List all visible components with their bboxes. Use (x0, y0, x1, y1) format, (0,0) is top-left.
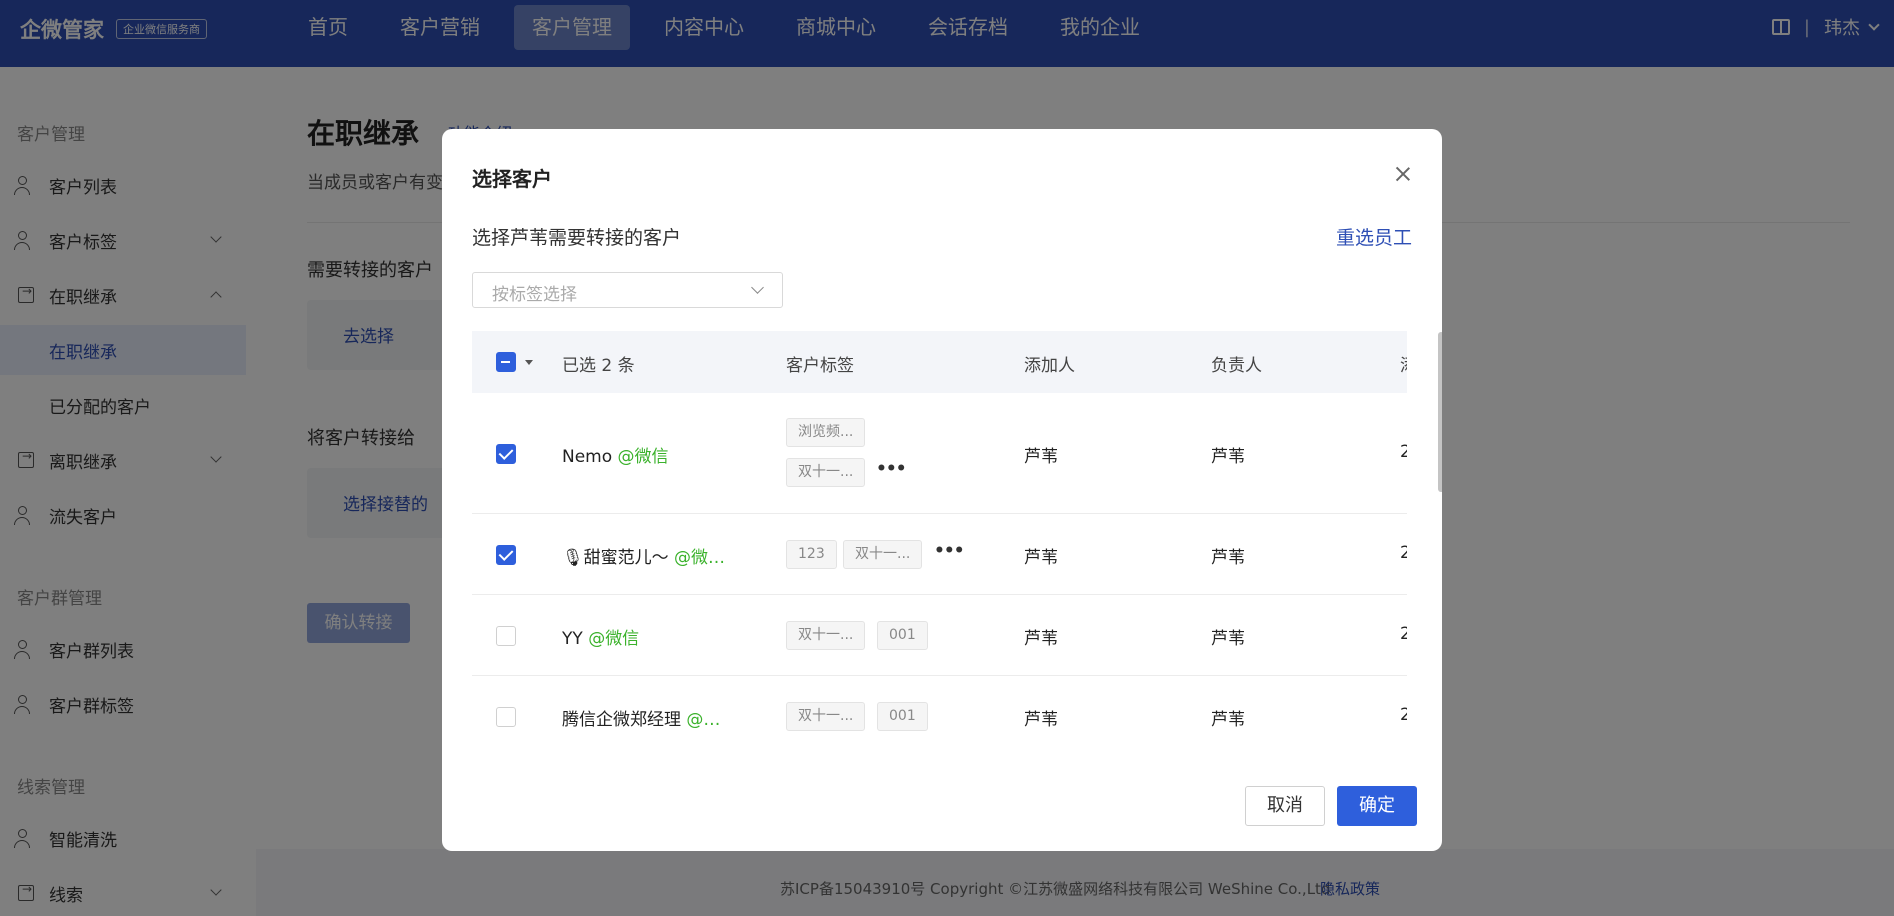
name-text: Nemo (562, 447, 613, 467)
header-tags: 客户标签 (786, 356, 854, 376)
select-all-checkbox[interactable] (496, 352, 516, 372)
more-tags-icon[interactable]: ••• (934, 541, 965, 561)
row-checkbox[interactable] (496, 626, 516, 646)
header-owner: 负责人 (1211, 356, 1262, 376)
header-extra: 添 (1400, 351, 1407, 376)
more-tags-icon[interactable]: ••• (876, 459, 907, 479)
adder-cell: 芦苇 (1024, 629, 1058, 649)
customer-tag: 双十一... (843, 540, 923, 569)
adder-cell: 芦苇 (1024, 710, 1058, 730)
customer-tag: 001 (877, 702, 928, 731)
customer-name: YY @微信 (562, 624, 639, 649)
close-icon[interactable] (1394, 165, 1412, 183)
wechat-source: @微信 (588, 629, 640, 649)
customer-name: 🎙甜蜜范儿～ @微… (562, 543, 725, 568)
extra-cell: 2 (1400, 705, 1407, 725)
tag-filter-select[interactable]: 按标签选择 (472, 272, 783, 308)
customer-tag: 123 (786, 540, 837, 569)
header-adder: 添加人 (1024, 356, 1075, 376)
row-checkbox[interactable] (496, 545, 516, 565)
wechat-source: @微信 (617, 447, 669, 467)
customer-table: 已选 2 条 客户标签 添加人 负责人 添 Nemo @微信 浏览频... 双十… (472, 331, 1407, 751)
adder-cell: 芦苇 (1024, 548, 1058, 568)
modal-title: 选择客户 (472, 167, 552, 191)
table-row[interactable]: Nemo @微信 浏览频... 双十一... ••• 芦苇 芦苇 2 (472, 393, 1407, 514)
wechat-source: @… (686, 710, 721, 730)
customer-name: 腾信企微郑经理 @… (562, 705, 720, 730)
extra-cell: 2 (1400, 543, 1407, 563)
table-row[interactable]: 🎙甜蜜范儿～ @微… 123 双十一... ••• 芦苇 芦苇 2 (472, 514, 1407, 595)
customer-tag: 浏览频... (786, 418, 866, 447)
ok-button[interactable]: 确定 (1337, 786, 1417, 826)
wechat-source: @微… (674, 548, 725, 568)
owner-cell: 芦苇 (1211, 629, 1245, 649)
adder-cell: 芦苇 (1024, 447, 1058, 467)
row-checkbox[interactable] (496, 707, 516, 727)
customer-tag: 双十一... (786, 458, 866, 487)
name-text: 腾信企微郑经理 (562, 710, 681, 730)
table-scrollbar[interactable] (1438, 332, 1442, 492)
customer-name: Nemo @微信 (562, 442, 669, 467)
owner-cell: 芦苇 (1211, 548, 1245, 568)
table-row[interactable]: 腾信企微郑经理 @… 双十一... 001 芦苇 芦苇 2 (472, 676, 1407, 751)
cancel-button[interactable]: 取消 (1245, 786, 1325, 826)
owner-cell: 芦苇 (1211, 710, 1245, 730)
select-customer-modal: 选择客户 选择芦苇需要转接的客户 重选员工 按标签选择 已选 2 条 客户标签 … (442, 129, 1442, 851)
reselect-employee-link[interactable]: 重选员工 (1336, 223, 1412, 250)
extra-cell: 2 (1400, 624, 1407, 644)
customer-tag: 双十一... (786, 702, 866, 731)
chevron-down-icon (751, 281, 764, 294)
customer-tag: 001 (877, 621, 928, 650)
caret-down-icon[interactable] (525, 360, 533, 365)
tag-filter-placeholder: 按标签选择 (492, 285, 577, 305)
header-selected-count: 已选 2 条 (562, 356, 635, 376)
modal-subtitle: 选择芦苇需要转接的客户 (472, 227, 682, 249)
extra-cell: 2 (1400, 442, 1407, 462)
customer-tag: 双十一... (786, 621, 866, 650)
table-header: 已选 2 条 客户标签 添加人 负责人 添 (472, 331, 1407, 393)
name-text: YY (562, 629, 583, 649)
table-row[interactable]: YY @微信 双十一... 001 芦苇 芦苇 2 (472, 595, 1407, 676)
owner-cell: 芦苇 (1211, 447, 1245, 467)
name-text: 🎙甜蜜范儿～ (562, 548, 669, 568)
row-checkbox[interactable] (496, 444, 516, 464)
